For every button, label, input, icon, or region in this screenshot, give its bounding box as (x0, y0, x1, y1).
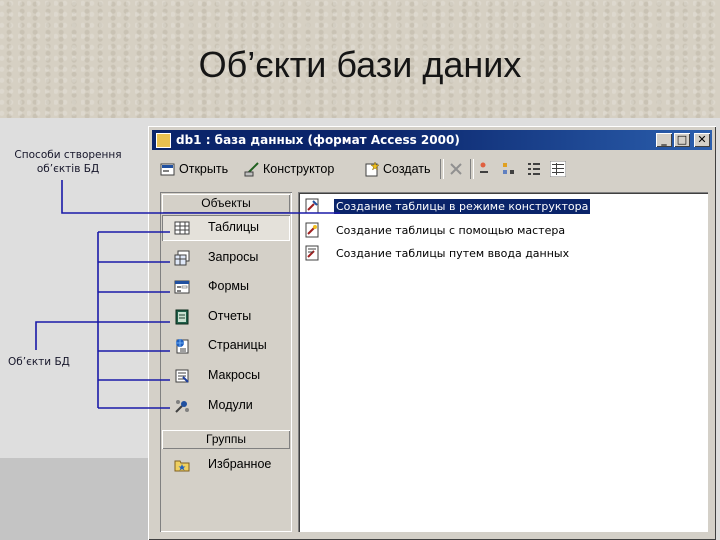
wizard-shortcut-icon (305, 245, 319, 261)
list-item-create-data-entry[interactable]: Создание таблицы путем ввода данных (304, 243, 571, 263)
database-icon (156, 133, 171, 148)
toolbar-separator (470, 159, 474, 179)
create-label: Создать (383, 162, 431, 176)
object-item-macros[interactable]: Макросы (162, 363, 290, 389)
annotation-creation-methods: Способи створення об’єктів БД (14, 149, 122, 175)
window-titlebar[interactable]: db1 : база данных (формат Access 2000) _… (152, 130, 712, 150)
form-icon (174, 280, 190, 294)
object-item-label: Макросы (208, 368, 261, 382)
object-item-modules[interactable]: Модули (162, 393, 290, 419)
object-item-queries[interactable]: Запросы (162, 245, 290, 271)
macro-icon (175, 369, 189, 383)
wizard-shortcut-icon (305, 198, 319, 214)
list-item-label: Создание таблицы в режиме конструктора (334, 198, 591, 214)
open-label: Открыть (179, 162, 229, 176)
module-icon (175, 400, 189, 413)
object-item-label: Запросы (208, 250, 259, 264)
object-item-tables[interactable]: Таблицы (162, 215, 290, 241)
objects-bar: Объекты Таблицы Запросы Формы Отчеты Стр… (160, 192, 292, 532)
list-item-label: Создание таблицы путем ввода данных (336, 246, 570, 260)
maximize-button[interactable]: □ (674, 133, 690, 147)
design-icon (244, 162, 259, 177)
list-item-create-wizard[interactable]: Создание таблицы с помощью мастера (304, 220, 567, 240)
window-title: db1 : база данных (формат Access 2000) (176, 133, 460, 147)
objects-header[interactable]: Объекты (162, 194, 290, 213)
object-item-label: Модули (208, 398, 253, 412)
slide-title: Об’єкти бази даних (198, 44, 522, 85)
group-item-favorites[interactable]: Избранное (162, 452, 290, 478)
small-icons-view-icon[interactable] (502, 161, 518, 177)
object-item-pages[interactable]: Страницы (162, 333, 290, 359)
report-icon (175, 309, 189, 325)
object-item-label: Формы (208, 279, 249, 293)
toolbar-separator (440, 159, 444, 179)
large-icons-view-icon[interactable] (478, 161, 494, 177)
details-view-icon[interactable] (550, 161, 566, 177)
page-icon (176, 339, 189, 354)
toolbar: Открыть Конструктор Создать (152, 154, 712, 184)
object-list: Создание таблицы в режиме конструктора С… (298, 192, 708, 532)
open-button[interactable]: Открыть (160, 158, 228, 180)
groups-header[interactable]: Группы (162, 430, 290, 449)
object-item-label: Таблицы (208, 220, 260, 234)
create-button[interactable]: Создать (364, 158, 431, 180)
favorites-folder-icon (174, 460, 190, 472)
wizard-shortcut-icon (305, 222, 319, 238)
list-item-create-design-view[interactable]: Создание таблицы в режиме конструктора (304, 196, 591, 216)
database-window: db1 : база данных (формат Access 2000) _… (148, 126, 716, 540)
design-label: Конструктор (263, 162, 335, 176)
object-item-forms[interactable]: Формы (162, 274, 290, 300)
delete-icon[interactable] (448, 161, 464, 177)
object-item-reports[interactable]: Отчеты (162, 304, 290, 330)
list-item-label: Создание таблицы с помощью мастера (336, 223, 566, 237)
object-item-label: Отчеты (208, 309, 252, 323)
open-icon (160, 163, 175, 176)
design-button[interactable]: Конструктор (244, 158, 334, 180)
query-icon (174, 250, 190, 266)
close-button[interactable]: ✕ (694, 133, 710, 147)
group-item-label: Избранное (208, 457, 272, 471)
object-item-label: Страницы (208, 338, 267, 352)
minimize-button[interactable]: _ (656, 133, 672, 147)
table-icon (174, 221, 190, 235)
annotation-db-objects: Об’єкти БД (8, 356, 70, 368)
create-icon (365, 161, 380, 177)
list-view-icon[interactable] (526, 161, 542, 177)
